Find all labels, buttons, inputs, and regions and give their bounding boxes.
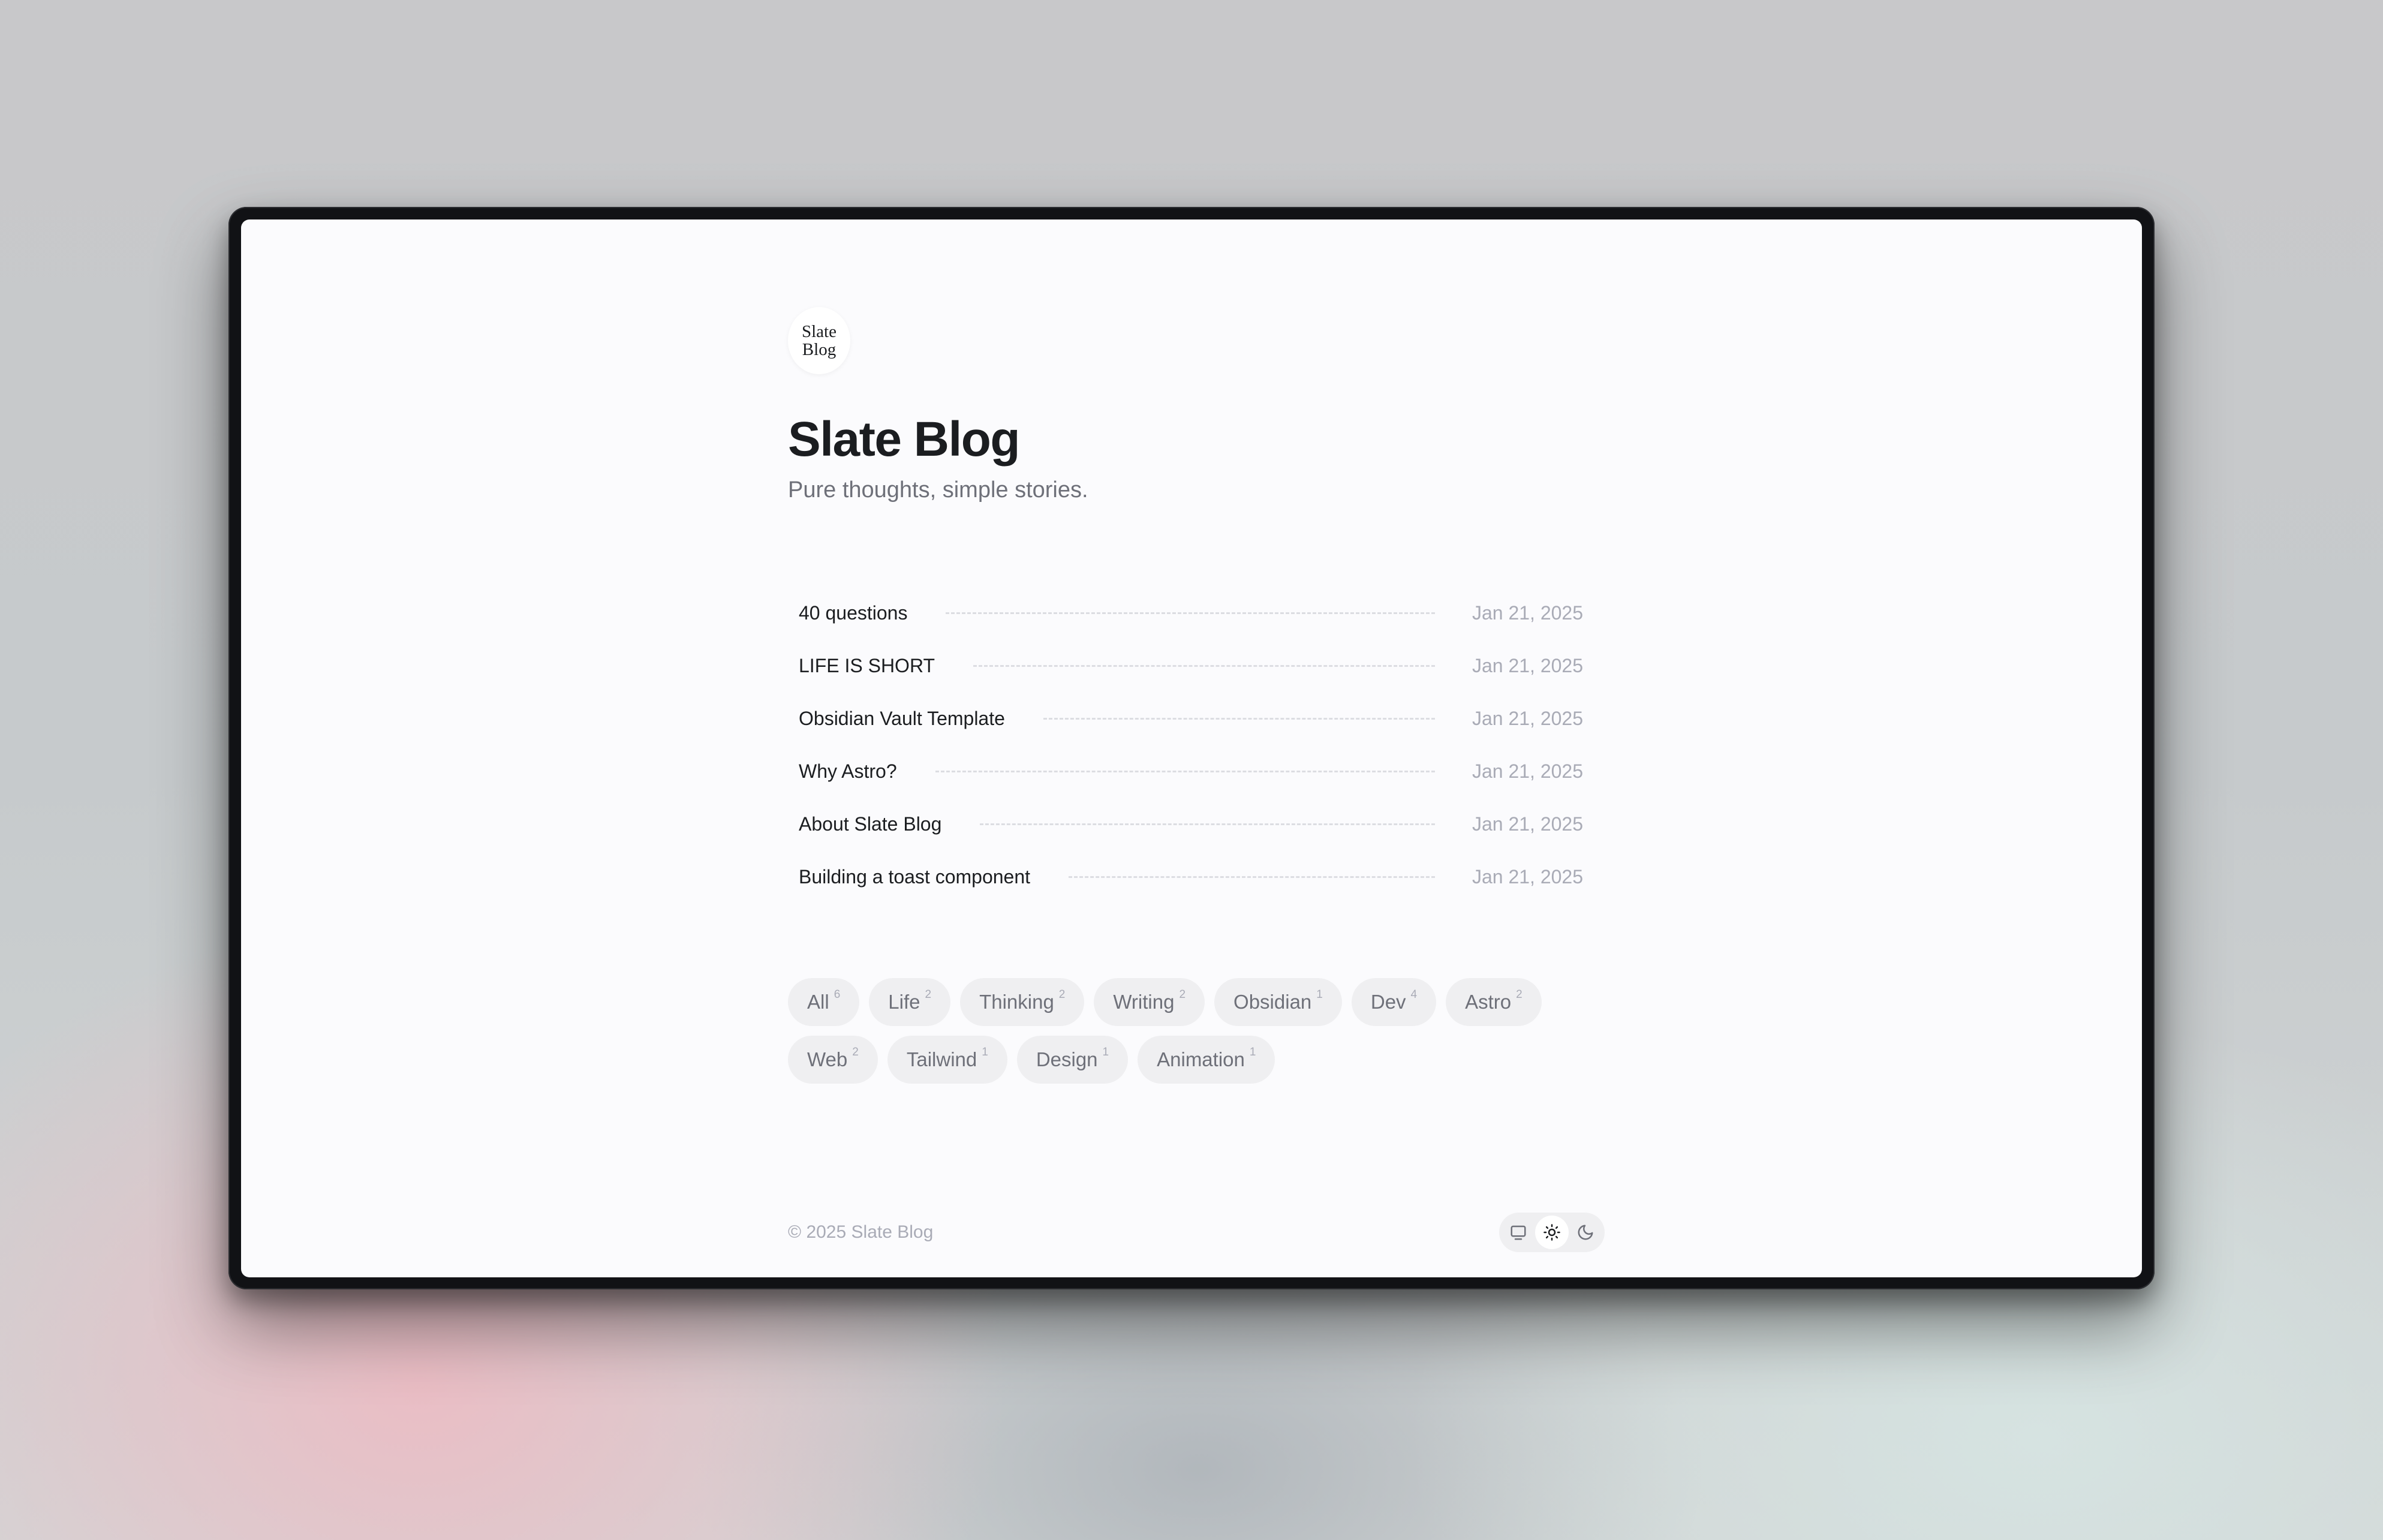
page-title: Slate Blog [788, 412, 1020, 467]
tag-name: All [807, 991, 829, 1013]
post-title: Building a toast component [799, 865, 1031, 888]
tag-count: 4 [1410, 988, 1418, 1001]
tag-obsidian[interactable]: Obsidian 1 [1214, 978, 1342, 1026]
dotted-leader [973, 664, 1435, 667]
logo-text-line2: Blog [802, 340, 837, 359]
tag-life[interactable]: Life 2 [869, 978, 951, 1026]
tag-count: 6 [834, 988, 841, 1001]
copyright: © 2025 Slate Blog [788, 1222, 934, 1242]
tag-writing[interactable]: Writing 2 [1094, 978, 1205, 1026]
post-item[interactable]: LIFE IS SHORT Jan 21, 2025 [788, 639, 1594, 692]
tag-all[interactable]: All 6 [788, 978, 860, 1026]
tag-name: Dev [1370, 991, 1406, 1013]
tag-count: 1 [1102, 1046, 1109, 1058]
post-item[interactable]: Obsidian Vault Template Jan 21, 2025 [788, 692, 1594, 745]
tag-filter-list: All 6 Life 2 Thinking 2 Writing 2 Obsidian 1 … [788, 978, 1594, 1084]
browser-viewport: Slate Blog Slate Blog Pure thoughts, sim… [241, 219, 2142, 1277]
logo-text-line1: Slate [802, 322, 837, 341]
tag-name: Life [888, 991, 920, 1013]
post-title: 40 questions [799, 601, 908, 624]
tag-count: 2 [1516, 988, 1523, 1001]
tag-name: Obsidian [1233, 991, 1312, 1013]
post-date: Jan 21, 2025 [1472, 760, 1583, 782]
tag-name: Thinking [979, 991, 1054, 1013]
tag-web[interactable]: Web 2 [788, 1036, 878, 1084]
post-date: Jan 21, 2025 [1472, 654, 1583, 676]
post-title: Why Astro? [799, 760, 897, 782]
theme-switcher [1499, 1213, 1605, 1252]
post-title: LIFE IS SHORT [799, 654, 935, 676]
post-date: Jan 21, 2025 [1472, 601, 1583, 624]
tag-design[interactable]: Design 1 [1016, 1036, 1129, 1084]
theme-system-button[interactable] [1502, 1216, 1535, 1249]
site-logo[interactable]: Slate Blog [788, 307, 850, 374]
tag-name: Tailwind [906, 1048, 977, 1070]
site-tagline: Pure thoughts, simple stories. [788, 477, 1088, 503]
monitor-icon [1511, 1225, 1526, 1240]
post-item[interactable]: Why Astro? Jan 21, 2025 [788, 745, 1594, 798]
tag-count: 1 [1249, 1046, 1256, 1058]
tag-count: 2 [925, 988, 932, 1001]
tag-count: 2 [1058, 988, 1066, 1001]
post-date: Jan 21, 2025 [1472, 813, 1583, 835]
post-title: About Slate Blog [799, 813, 942, 835]
device-frame: Slate Blog Slate Blog Pure thoughts, sim… [228, 207, 2155, 1289]
post-item[interactable]: Building a toast component Jan 21, 2025 [788, 850, 1594, 903]
tag-count: 1 [1316, 988, 1323, 1001]
tag-name: Design [1036, 1048, 1098, 1070]
tag-name: Animation [1157, 1048, 1245, 1070]
post-list: 40 questions Jan 21, 2025 LIFE IS SHORT … [788, 586, 1594, 903]
tag-animation[interactable]: Animation 1 [1138, 1036, 1275, 1084]
post-date: Jan 21, 2025 [1472, 707, 1583, 729]
tag-name: Astro [1465, 991, 1512, 1013]
tag-count: 1 [982, 1046, 988, 1058]
sun-icon [1543, 1224, 1560, 1241]
post-item[interactable]: 40 questions Jan 21, 2025 [788, 586, 1594, 639]
dotted-leader [1069, 876, 1435, 878]
tag-name: Web [807, 1048, 848, 1070]
dotted-leader [1043, 717, 1435, 720]
tag-astro[interactable]: Astro 2 [1446, 978, 1542, 1026]
post-date: Jan 21, 2025 [1472, 865, 1583, 888]
post-title: Obsidian Vault Template [799, 707, 1005, 729]
dotted-leader [946, 612, 1435, 614]
tag-name: Writing [1113, 991, 1175, 1013]
theme-dark-button[interactable] [1569, 1216, 1602, 1249]
post-item[interactable]: About Slate Blog Jan 21, 2025 [788, 798, 1594, 850]
moon-icon [1578, 1225, 1593, 1240]
tag-thinking[interactable]: Thinking 2 [960, 978, 1085, 1026]
footer: © 2025 Slate Blog [788, 1211, 1605, 1253]
tag-dev[interactable]: Dev 4 [1351, 978, 1437, 1026]
theme-light-button[interactable] [1535, 1216, 1569, 1249]
tag-tailwind[interactable]: Tailwind 1 [887, 1036, 1007, 1084]
dotted-leader [980, 823, 1435, 825]
dotted-leader [935, 770, 1435, 772]
tag-count: 2 [852, 1046, 859, 1058]
tag-count: 2 [1179, 988, 1186, 1001]
